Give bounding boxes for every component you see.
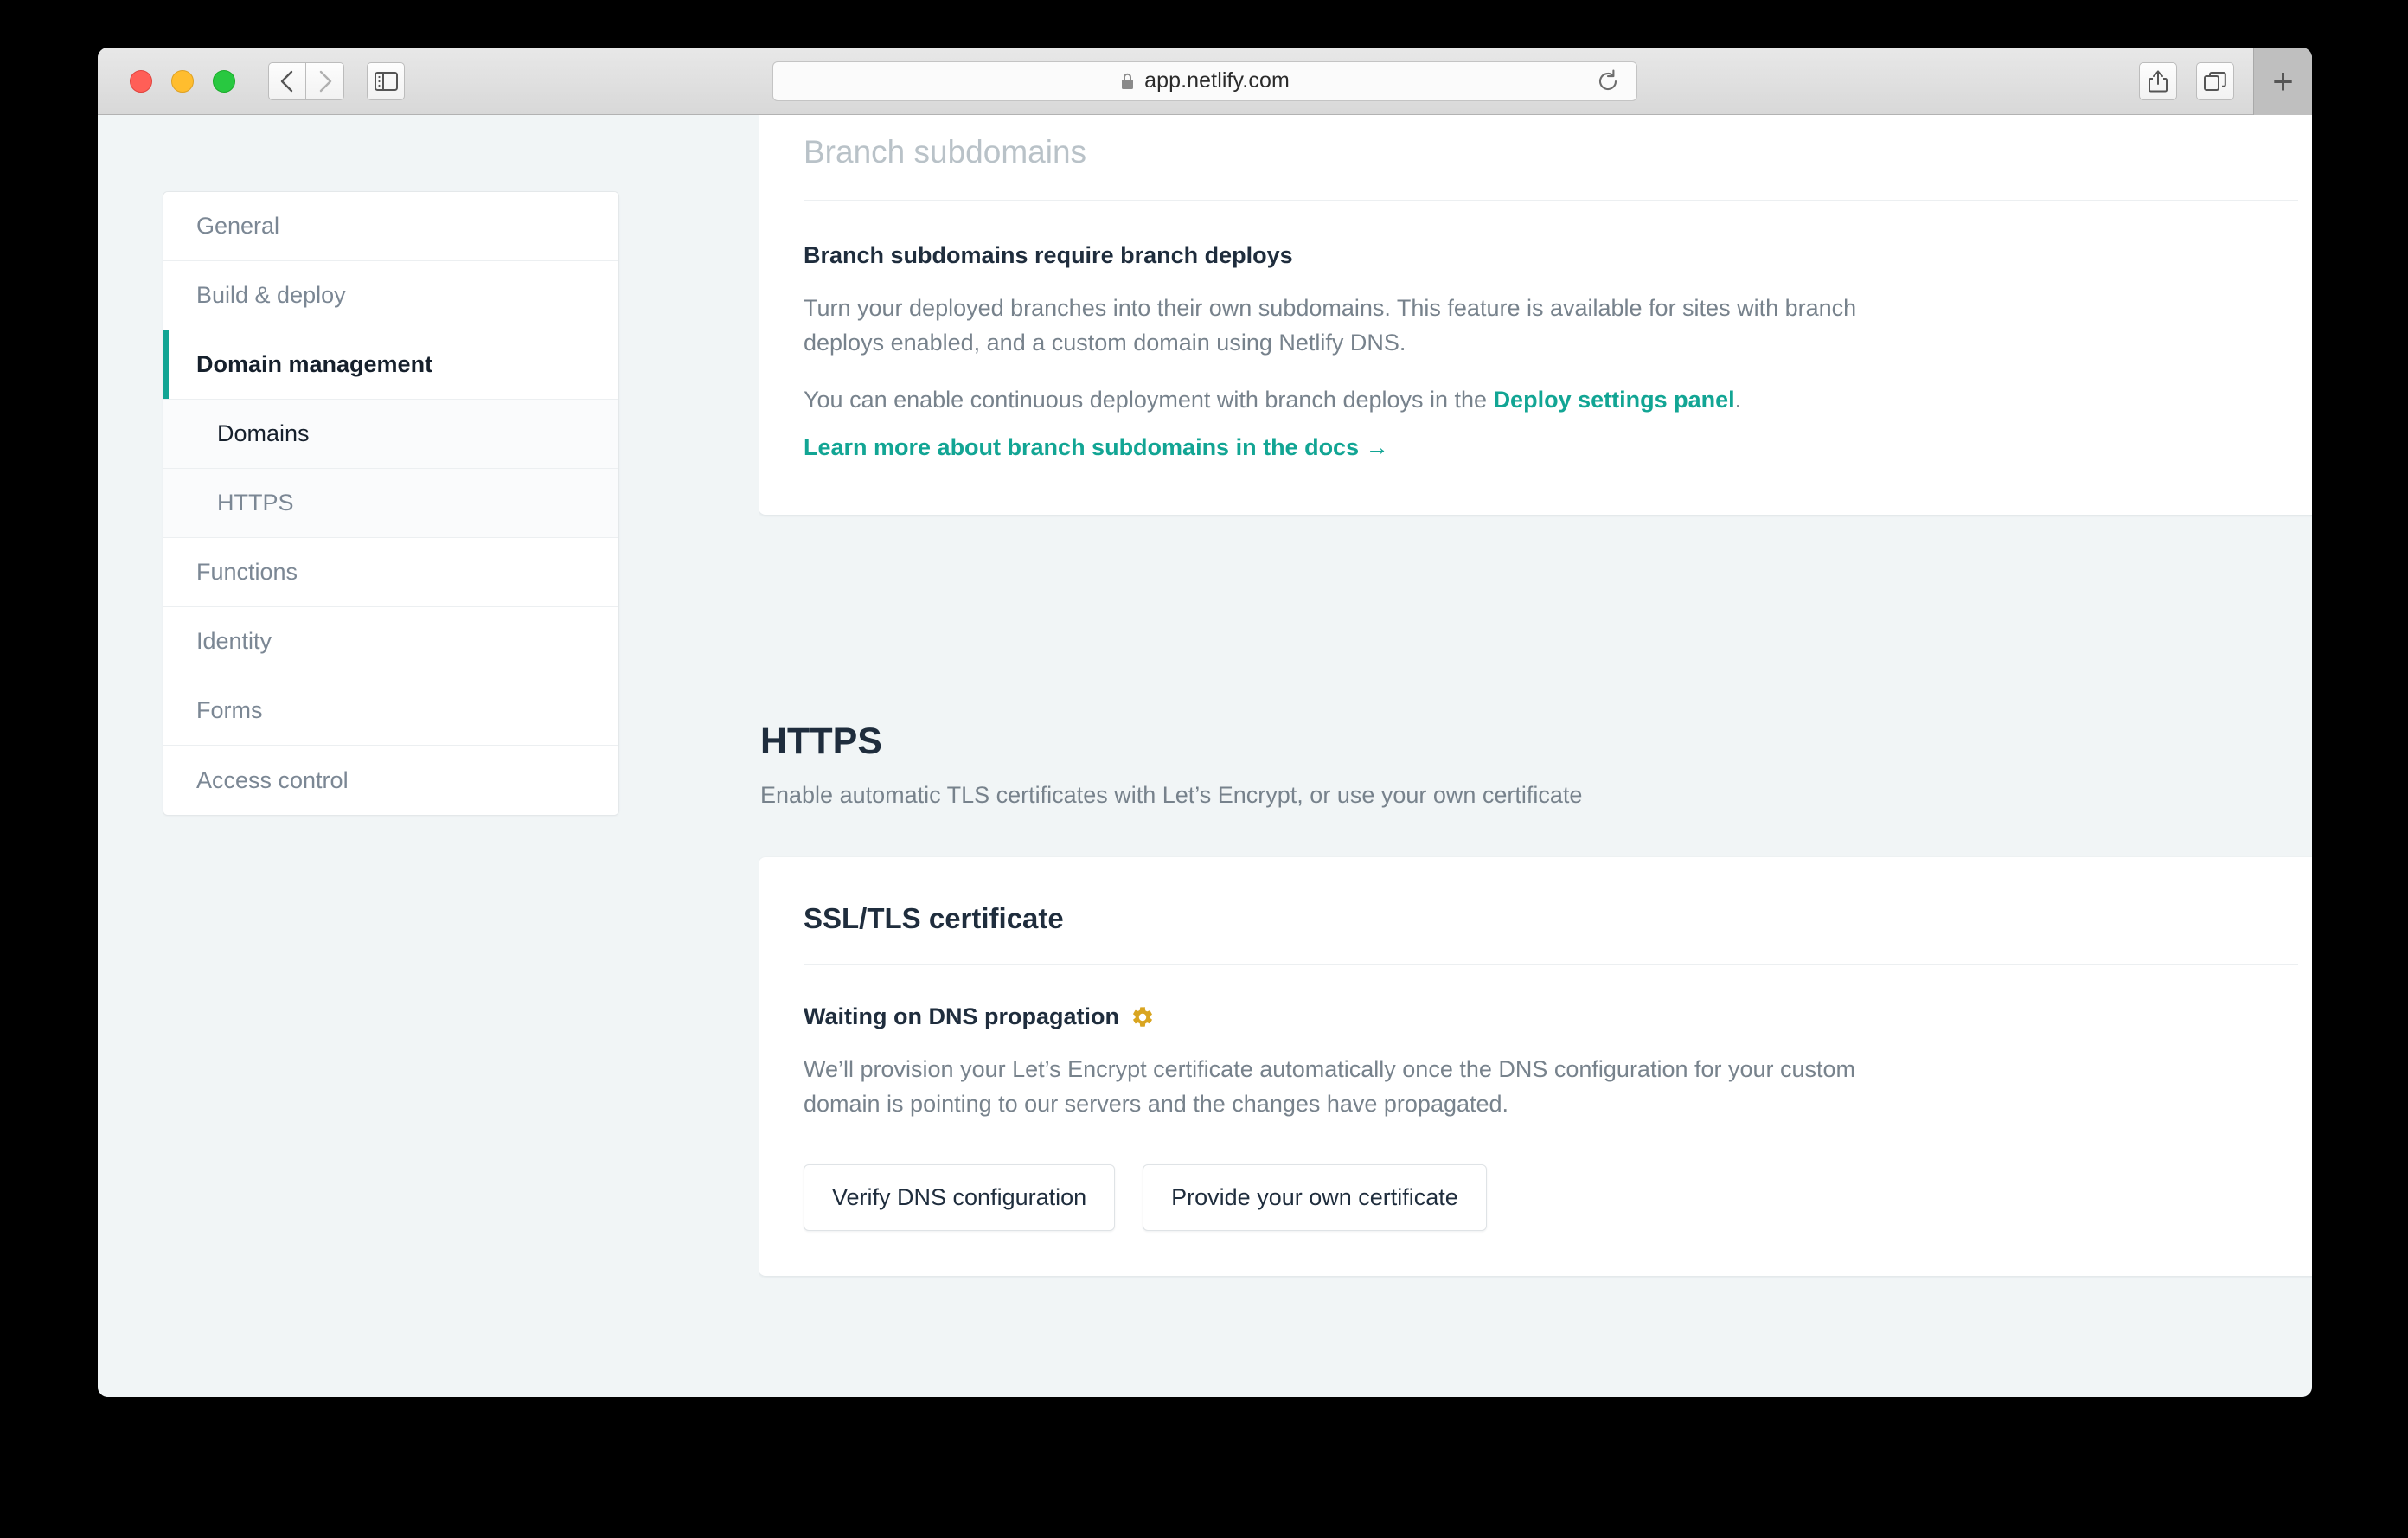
divider [804,964,2298,965]
verify-dns-configuration-button[interactable]: Verify DNS configuration [804,1164,1115,1231]
address-bar-url: app.netlify.com [1144,68,1290,93]
branch-subdomains-title: Branch subdomains [804,115,2298,200]
reload-icon [1597,69,1619,93]
lock-icon [1120,72,1135,91]
share-button[interactable] [2139,62,2177,100]
ssl-tls-card-title: SSL/TLS certificate [804,902,2298,935]
paragraph-2-suffix: . [1735,387,1742,413]
tab-overview-button[interactable] [2196,62,2234,100]
certificate-description: We’ll provision your Let’s Encrypt certi… [804,1053,1937,1121]
sidebar-item-label: Domains [217,420,310,447]
page-content: General Build & deploy Domain management… [98,115,2312,1397]
branch-subdomains-paragraph-1: Turn your deployed branches into their o… [804,292,1937,360]
https-section-subtitle: Enable automatic TLS certificates with L… [760,782,2312,809]
sidebar-item-general[interactable]: General [163,192,618,261]
sidebar-item-access-control[interactable]: Access control [163,746,618,815]
certificate-status: Waiting on DNS propagation [804,1003,2298,1030]
main-content: Branch subdomains Branch subdomains requ… [759,115,2312,1397]
chevron-right-icon [317,69,333,93]
provide-own-certificate-button[interactable]: Provide your own certificate [1143,1164,1487,1231]
close-window-button[interactable] [130,70,152,93]
sidebar-item-identity[interactable]: Identity [163,607,618,676]
tab-overview-icon [2204,71,2226,92]
sidebar-item-label: HTTPS [217,490,294,516]
branch-subdomains-paragraph-2: You can enable continuous deployment wit… [804,383,1937,418]
reload-button[interactable] [1597,69,1619,93]
browser-toolbar: app.netlify.com [98,48,2312,115]
sidebar-toggle-icon [375,72,398,91]
sidebar-item-label: Functions [196,559,298,586]
paragraph-2-prefix: You can enable continuous deployment wit… [804,387,1494,413]
sidebar-item-label: Build & deploy [196,282,346,309]
sidebar-item-label: General [196,213,279,240]
minimize-window-button[interactable] [171,70,194,93]
ssl-tls-certificate-card: SSL/TLS certificate Waiting on DNS propa… [759,857,2312,1276]
sidebar-item-label: Identity [196,628,272,655]
settings-sidebar: General Build & deploy Domain management… [163,191,619,816]
forward-button[interactable] [306,62,344,100]
window-controls [130,70,235,93]
address-bar[interactable]: app.netlify.com [772,61,1637,101]
sidebar-item-label: Forms [196,697,263,724]
branch-subdomains-docs-link[interactable]: Learn more about branch subdomains in th… [804,434,1389,461]
sidebar-item-label: Access control [196,767,349,794]
certificate-actions: Verify DNS configuration Provide your ow… [804,1164,2298,1231]
share-icon [2148,69,2168,93]
navigation-buttons [268,62,405,100]
toolbar-right-group: + [2139,48,2312,115]
back-button[interactable] [268,62,306,100]
sidebar-toggle-button[interactable] [367,62,405,100]
certificate-status-label: Waiting on DNS propagation [804,1003,1119,1030]
https-section: HTTPS Enable automatic TLS certificates … [759,721,2312,1276]
deploy-settings-link[interactable]: Deploy settings panel [1494,387,1735,413]
new-tab-button[interactable]: + [2253,48,2312,115]
sidebar-item-domain-management[interactable]: Domain management [163,330,618,400]
browser-window: app.netlify.com [98,48,2312,1397]
sidebar-item-functions[interactable]: Functions [163,538,618,607]
sidebar-item-build-deploy[interactable]: Build & deploy [163,261,618,330]
sidebar-item-label: Domain management [196,351,432,378]
chevron-left-icon [279,69,295,93]
sidebar-item-forms[interactable]: Forms [163,676,618,746]
branch-subdomains-card: Branch subdomains Branch subdomains requ… [759,115,2312,515]
https-section-title: HTTPS [760,721,2312,763]
gear-icon [1130,1005,1155,1029]
sidebar-item-domains[interactable]: Domains [163,400,618,469]
divider [804,200,2298,201]
sidebar-item-https[interactable]: HTTPS [163,469,618,538]
maximize-window-button[interactable] [213,70,235,93]
branch-subdomains-heading: Branch subdomains require branch deploys [804,242,2298,269]
